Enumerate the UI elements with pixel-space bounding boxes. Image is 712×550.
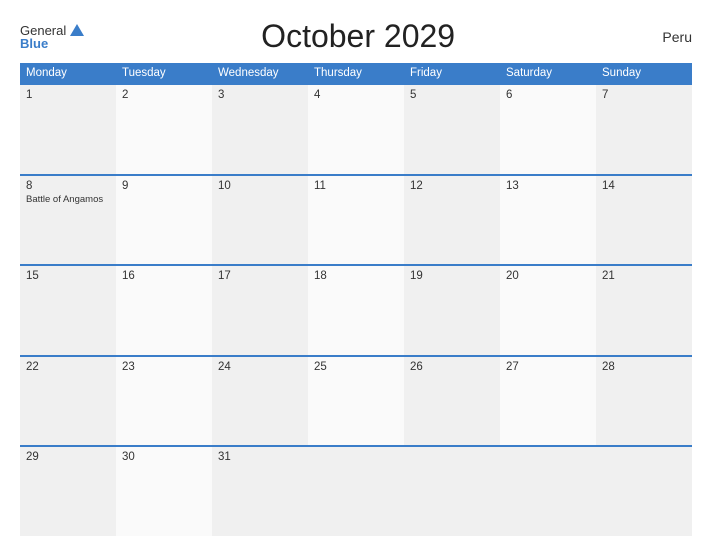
calendar-cell (404, 447, 500, 536)
day-number: 1 (26, 89, 110, 101)
calendar-cell: 19 (404, 266, 500, 355)
calendar-week-4: 22 23 24 25 26 27 28 (20, 355, 692, 446)
day-number: 15 (26, 270, 110, 282)
day-of-week-monday: Monday (20, 63, 116, 83)
day-number: 23 (122, 361, 206, 373)
calendar-cell: 26 (404, 357, 500, 446)
calendar-week-1: 1234567 (20, 83, 692, 174)
day-number: 4 (314, 89, 398, 101)
day-number: 19 (410, 270, 494, 282)
day-number: 31 (218, 451, 302, 463)
calendar-cell: 17 (212, 266, 308, 355)
calendar-cell: 30 (116, 447, 212, 536)
calendar: MondayTuesdayWednesdayThursdayFridaySatu… (20, 63, 692, 536)
calendar-cell: 28 (596, 357, 692, 446)
calendar-cell: 6 (500, 85, 596, 174)
day-of-week-friday: Friday (404, 63, 500, 83)
day-number: 8 (26, 180, 110, 192)
day-number: 14 (602, 180, 686, 192)
calendar-week-3: 15 16 17 18 19 20 21 (20, 264, 692, 355)
calendar-cell: 2 (116, 85, 212, 174)
day-number: 3 (218, 89, 302, 101)
calendar-cell: 1 (20, 85, 116, 174)
day-of-week-wednesday: Wednesday (212, 63, 308, 83)
day-number: 22 (26, 361, 110, 373)
day-number: 9 (122, 180, 206, 192)
day-of-week-saturday: Saturday (500, 63, 596, 83)
day-number: 12 (410, 180, 494, 192)
calendar-cell: 13 (500, 176, 596, 265)
calendar-cell: 18 (308, 266, 404, 355)
calendar-cell: 25 (308, 357, 404, 446)
event-label: Battle of Angamos (26, 194, 110, 205)
day-number: 20 (506, 270, 590, 282)
calendar-cell: 15 (20, 266, 116, 355)
calendar-cell: 31 (212, 447, 308, 536)
country-label: Peru (632, 29, 692, 45)
calendar-cell: 11 (308, 176, 404, 265)
day-number: 2 (122, 89, 206, 101)
day-number: 6 (506, 89, 590, 101)
day-number: 5 (410, 89, 494, 101)
day-number: 18 (314, 270, 398, 282)
day-number: 30 (122, 451, 206, 463)
calendar-cell: 16 (116, 266, 212, 355)
calendar-week-2: 8 Battle of Angamos 9 10 11 12 13 14 (20, 174, 692, 265)
calendar-cell (596, 447, 692, 536)
calendar-cell: 27 (500, 357, 596, 446)
day-number: 21 (602, 270, 686, 282)
day-of-week-sunday: Sunday (596, 63, 692, 83)
day-number: 26 (410, 361, 494, 373)
calendar-cell: 22 (20, 357, 116, 446)
calendar-cell: 29 (20, 447, 116, 536)
header: General Blue October 2029 Peru (20, 18, 692, 55)
calendar-header: MondayTuesdayWednesdayThursdayFridaySatu… (20, 63, 692, 83)
day-number: 16 (122, 270, 206, 282)
calendar-cell: 8 Battle of Angamos (20, 176, 116, 265)
calendar-cell: 14 (596, 176, 692, 265)
logo-triangle-icon (70, 24, 84, 36)
calendar-page: General Blue October 2029 Peru MondayTue… (0, 0, 712, 550)
calendar-cell: 10 (212, 176, 308, 265)
day-number: 25 (314, 361, 398, 373)
day-number: 11 (314, 180, 398, 192)
calendar-cell: 3 (212, 85, 308, 174)
calendar-cell (500, 447, 596, 536)
day-of-week-tuesday: Tuesday (116, 63, 212, 83)
calendar-cell: 24 (212, 357, 308, 446)
logo: General Blue (20, 24, 84, 50)
calendar-cell: 5 (404, 85, 500, 174)
calendar-cell: 4 (308, 85, 404, 174)
day-number: 28 (602, 361, 686, 373)
calendar-body: 12345678Battle of Angamos910111213141516… (20, 83, 692, 536)
day-number: 24 (218, 361, 302, 373)
day-of-week-thursday: Thursday (308, 63, 404, 83)
logo-general-text: General (20, 24, 66, 37)
day-number: 10 (218, 180, 302, 192)
calendar-cell (308, 447, 404, 536)
calendar-cell: 21 (596, 266, 692, 355)
day-number: 7 (602, 89, 686, 101)
calendar-cell: 23 (116, 357, 212, 446)
calendar-cell: 7 (596, 85, 692, 174)
day-number: 17 (218, 270, 302, 282)
calendar-cell: 12 (404, 176, 500, 265)
calendar-cell: 20 (500, 266, 596, 355)
month-title: October 2029 (84, 18, 632, 55)
day-number: 27 (506, 361, 590, 373)
calendar-week-5: 29 30 31 (20, 445, 692, 536)
logo-blue-text: Blue (20, 37, 84, 50)
day-number: 29 (26, 451, 110, 463)
calendar-cell: 9 (116, 176, 212, 265)
day-number: 13 (506, 180, 590, 192)
